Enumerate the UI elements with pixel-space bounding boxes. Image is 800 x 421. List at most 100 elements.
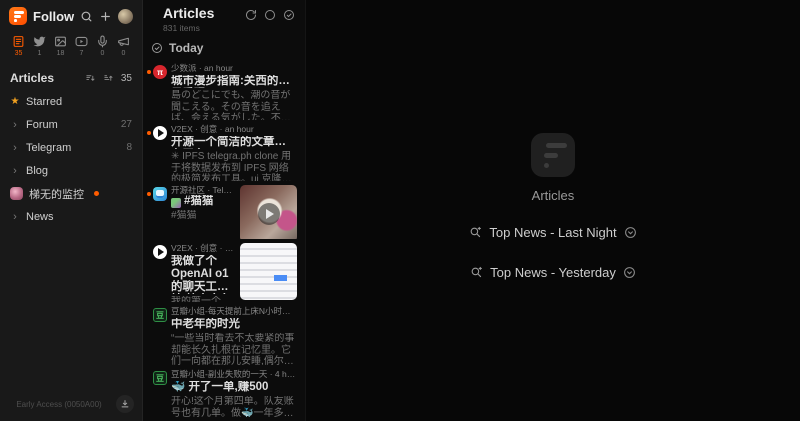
empty-state: Articles Top News - Last Night Top News … bbox=[469, 133, 636, 280]
article-list-item[interactable]: V2EX · 创意 · an hour 开源一个简洁的文章发布平台 ✳ IPFS… bbox=[143, 120, 305, 181]
avatar-glyph: 豆 bbox=[156, 310, 164, 321]
play-icon bbox=[266, 209, 274, 219]
daily-report-yesterday[interactable]: Top News - Yesterday bbox=[470, 265, 636, 280]
feed-avatar-v2ex bbox=[153, 245, 167, 259]
download-icon bbox=[120, 399, 130, 409]
sidebar-item-blog[interactable]: › Blog bbox=[0, 159, 142, 182]
sidebar-item-telegram[interactable]: › Telegram 8 bbox=[0, 136, 142, 159]
entry-meta: 豆瓣小组-每天提前上床N小时我们一起读书… · 3 hours bbox=[171, 306, 297, 316]
tab-count: 35 bbox=[15, 50, 23, 58]
feed-avatar-douban: 豆 bbox=[153, 371, 167, 385]
article-list-item[interactable]: π 少数派 · an hour 城市漫步指南:关西的夏日重现 島のどこにでも、潮… bbox=[143, 59, 305, 120]
sidebar-item-starred[interactable]: ★ Starred bbox=[0, 90, 142, 113]
date-group-label: Today bbox=[169, 41, 203, 55]
mark-all-read-button[interactable] bbox=[283, 9, 295, 33]
date-group-header[interactable]: Today bbox=[143, 35, 305, 59]
entry-title: 🐳 开了一单,赚500 bbox=[171, 381, 297, 394]
add-feed-button[interactable] bbox=[99, 10, 112, 23]
entry-meta: V2EX · 创意 · 3 hours bbox=[171, 243, 234, 253]
list-header: Articles 831 items bbox=[143, 0, 305, 35]
search-icon bbox=[80, 10, 93, 23]
entry-title: #猫猫 bbox=[184, 195, 213, 208]
tab-count: 7 bbox=[80, 50, 84, 58]
entry-title: 开源一个简洁的文章发布平台 bbox=[171, 136, 297, 149]
chevron-down-circle-icon bbox=[624, 226, 637, 239]
article-list-item[interactable]: 开源社区 · Telegram… · 2 hours #猫猫 #猫猫 bbox=[143, 181, 305, 239]
chevron-right-icon: › bbox=[10, 119, 20, 131]
article-thumbnail bbox=[240, 243, 297, 300]
article-list-item[interactable]: V2EX · 创意 · 3 hours 我做了个 OpenAI o1 的聊天工具… bbox=[143, 239, 305, 302]
unread-count-badge: 27 bbox=[121, 119, 132, 130]
article-list-item-partial[interactable] bbox=[143, 417, 305, 421]
feed-avatar bbox=[10, 187, 23, 200]
unread-dot bbox=[94, 191, 99, 196]
twitter-icon bbox=[33, 35, 46, 48]
feed-avatar-sspai: π bbox=[153, 65, 167, 79]
search-button[interactable] bbox=[80, 10, 93, 23]
tab-count: 0 bbox=[122, 50, 126, 58]
play-overlay bbox=[240, 185, 297, 239]
tab-count: 1 bbox=[38, 50, 42, 58]
view-tab-videos[interactable]: 7 bbox=[73, 35, 90, 58]
entry-excerpt: 島のどこにでも、潮の音が聞こえる。その音を追えば、会える気がした。不管在島的哪里… bbox=[171, 90, 297, 120]
profile-avatar[interactable] bbox=[118, 9, 133, 24]
article-list-column: Articles 831 items Today bbox=[143, 0, 306, 421]
entry-excerpt: 我的第一个 AI 聊天站上… bbox=[171, 296, 234, 302]
view-tab-social[interactable]: 1 bbox=[31, 35, 48, 58]
unread-dot bbox=[147, 131, 151, 135]
tab-count: 0 bbox=[101, 50, 105, 58]
entry-title: 城市漫步指南:关西的夏日重现 bbox=[171, 75, 297, 88]
entry-meta: V2EX · 创意 · an hour bbox=[171, 124, 297, 134]
sidebar-footer: Early Access (0050A00) bbox=[0, 389, 142, 421]
refresh-icon bbox=[245, 9, 257, 21]
entry-meta: 开源社区 · Telegram… · 2 hours bbox=[171, 185, 234, 195]
expand-report-button[interactable] bbox=[624, 226, 637, 239]
unread-count-badge: 8 bbox=[126, 142, 132, 153]
sidebar: Follow 35 1 18 7 bbox=[0, 0, 143, 421]
view-tab-notifications[interactable]: 0 bbox=[115, 35, 132, 58]
star-icon: ★ bbox=[10, 96, 20, 107]
section-unread-count: 35 bbox=[121, 73, 132, 84]
tab-count: 18 bbox=[57, 50, 65, 58]
inline-image-icon bbox=[171, 198, 181, 208]
unread-dot bbox=[147, 70, 151, 74]
view-tab-articles[interactable]: 35 bbox=[10, 35, 27, 58]
arrow-right-icon bbox=[158, 248, 164, 256]
unread-filter-button[interactable] bbox=[264, 9, 276, 33]
circle-icon bbox=[264, 9, 276, 21]
reader-pane: Articles Top News - Last Night Top News … bbox=[306, 0, 800, 421]
daily-report-last-night[interactable]: Top News - Last Night bbox=[469, 225, 636, 240]
view-toggle-button[interactable] bbox=[103, 73, 114, 84]
view-tab-pictures[interactable]: 18 bbox=[52, 35, 69, 58]
feed-section-header: Articles 35 bbox=[0, 58, 142, 90]
refresh-button[interactable] bbox=[245, 9, 257, 33]
check-circle-icon bbox=[283, 9, 295, 21]
list-title: Articles bbox=[163, 6, 245, 21]
empty-state-label: Articles bbox=[532, 188, 575, 203]
arrow-right-icon bbox=[158, 129, 164, 137]
sidebar-item-news[interactable]: › News bbox=[0, 205, 142, 228]
megaphone-icon bbox=[117, 35, 130, 48]
entry-excerpt: #猫猫 bbox=[171, 210, 234, 222]
ai-summary-icon bbox=[470, 266, 483, 279]
follow-logo bbox=[9, 7, 27, 25]
articles-placeholder-logo bbox=[531, 133, 575, 177]
chevron-down-circle-icon bbox=[623, 266, 636, 279]
version-label: Early Access (0050A00) bbox=[8, 400, 110, 409]
sidebar-item-forum[interactable]: › Forum 27 bbox=[0, 113, 142, 136]
sort-order-button[interactable] bbox=[85, 73, 96, 84]
feed-avatar-douban: 豆 bbox=[153, 308, 167, 322]
sidebar-item-monitor-feed[interactable]: 梯无的监控 bbox=[0, 182, 142, 205]
article-list-item[interactable]: 豆 豆瓣小组-每天提前上床N小时我们一起读书… · 3 hours 中老年的时光… bbox=[143, 302, 305, 365]
list-view-icon bbox=[103, 73, 114, 84]
download-app-button[interactable] bbox=[116, 395, 134, 413]
section-title: Articles bbox=[10, 71, 78, 85]
article-list-item[interactable]: 豆 豆瓣小组-副业失败的一天 · 4 hours 🐳 开了一单,赚500 开心!… bbox=[143, 365, 305, 417]
article-icon bbox=[12, 35, 25, 48]
article-entries: π 少数派 · an hour 城市漫步指南:关西的夏日重现 島のどこにでも、潮… bbox=[143, 59, 305, 421]
entry-excerpt: 开心!这个月第四单。队友账号也有几单。做🐳一年多以来最好的一段时间 bbox=[171, 396, 297, 417]
entry-title: 中老年的时光 bbox=[171, 318, 297, 331]
view-tab-audio[interactable]: 0 bbox=[94, 35, 111, 58]
expand-report-button[interactable] bbox=[623, 266, 636, 279]
daily-report-label: Top News - Yesterday bbox=[490, 265, 616, 280]
